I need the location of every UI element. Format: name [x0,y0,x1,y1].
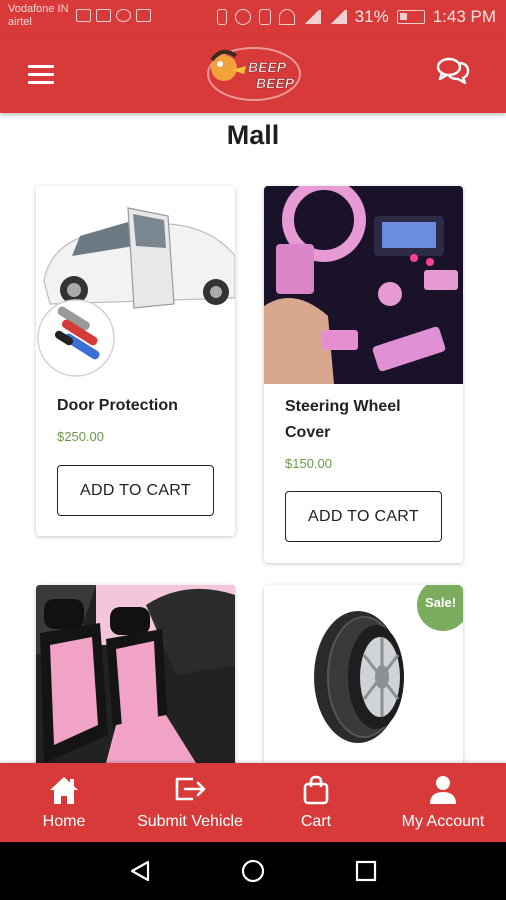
product-price: $250.00 [57,429,104,444]
back-icon[interactable] [128,859,152,883]
mail-icon [96,9,111,22]
home-icon [50,777,78,804]
hamburger-menu-icon[interactable] [28,65,54,85]
status-bar: Vodafone IN airtel 31% 1:43 PM [0,0,506,36]
add-to-cart-button[interactable]: ADD TO CART [285,491,442,542]
exit-arrow-icon [175,777,206,801]
product-price: $150.00 [285,456,332,471]
nav-cart[interactable]: Cart [252,763,380,842]
product-card-door-protection[interactable]: Door Protection $250.00 ADD TO CART [36,186,235,536]
nav-submit-vehicle[interactable]: Submit Vehicle [128,763,252,842]
status-indicators: 31% 1:43 PM [216,7,496,27]
alarm-icon [234,9,251,25]
carrier-line-1: Vodafone IN [8,3,69,15]
nav-submit-vehicle-label[interactable]: Submit Vehicle [137,813,243,831]
product-card-seat-cover[interactable] [36,585,235,775]
page-title: Mall [226,120,280,150]
product-name[interactable]: Door Protection [57,393,178,419]
bluetooth-icon [216,9,227,25]
chat-icon[interactable] [436,56,470,86]
gmail-icon [136,9,151,22]
clock: 1:43 PM [432,7,496,26]
app-header: BEEP BEEP [0,36,506,113]
signal-icon-1 [302,10,321,24]
product-name[interactable]: Steering Wheel Cover [285,394,401,446]
carrier-text: Vodafone IN airtel [8,3,69,29]
logo-text-1: BEEP [248,59,287,75]
carrier-line-2: airtel [8,16,32,28]
home-circle-icon[interactable] [241,859,265,883]
product-name-line-2[interactable]: Cover [285,420,401,446]
signal-icon-2 [328,10,347,24]
android-navigation-bar [0,842,506,900]
recent-apps-icon[interactable] [354,859,378,883]
wifi-icon [278,9,295,25]
product-card-steering-wheel-cover[interactable]: Steering Wheel Cover $150.00 ADD TO CART [264,186,463,563]
product-name-line-1[interactable]: Steering Wheel [285,394,401,420]
seat-cover-image[interactable] [36,585,235,763]
battery-percent: 31% [354,7,389,26]
whatsapp-icon [116,9,131,22]
logo-text-2: BEEP [256,75,295,91]
door-protection-image[interactable] [36,186,235,384]
beep-beep-logo[interactable]: BEEP BEEP [202,42,304,104]
nav-my-account[interactable]: My Account [380,763,506,842]
add-to-cart-button[interactable]: ADD TO CART [57,465,214,516]
steering-wheel-cover-image[interactable] [264,186,463,384]
shopping-bag-icon [303,775,329,805]
nav-cart-label[interactable]: Cart [301,813,331,831]
user-icon [430,776,456,804]
battery-icon [396,10,425,24]
nav-home-label[interactable]: Home [43,813,86,831]
product-card-tire[interactable]: Sale! [264,585,463,775]
vibrate-icon [258,9,271,25]
nav-my-account-label[interactable]: My Account [402,813,485,831]
nav-home[interactable]: Home [0,763,128,842]
gallery-icon [76,9,91,22]
bottom-navigation: Home Submit Vehicle Cart My Account [0,763,506,842]
notification-icons [76,9,151,22]
